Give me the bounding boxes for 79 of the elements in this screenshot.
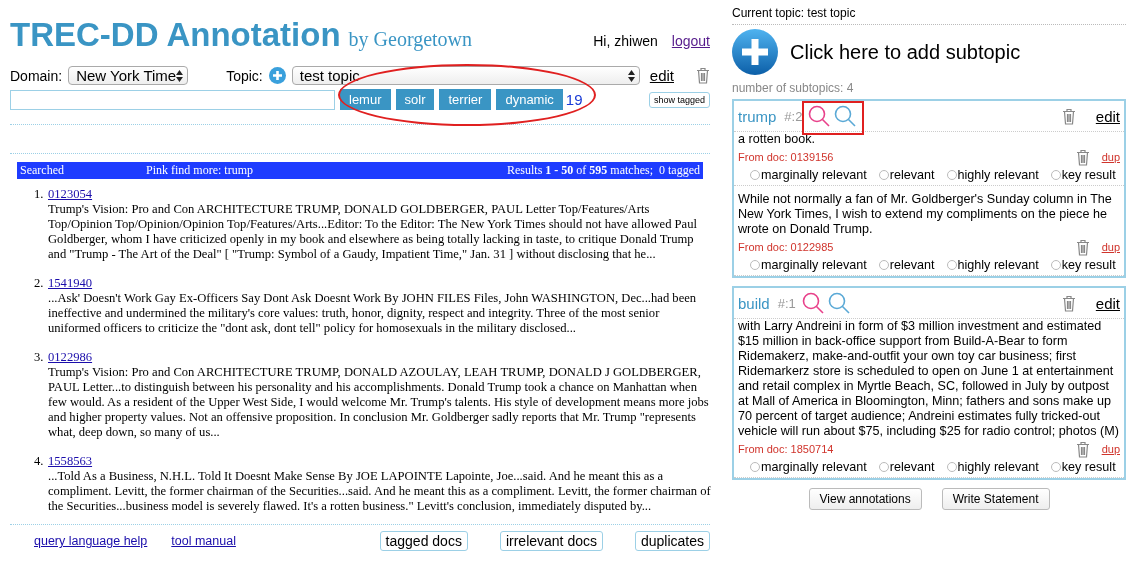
current-topic: Current topic: test topic (732, 0, 1126, 25)
radio-label: highly relevant (957, 168, 1039, 183)
result-number: 4. (34, 454, 45, 470)
radio-label: highly relevant (957, 460, 1039, 475)
source-doc: From doc: 0122985 (738, 240, 834, 255)
add-icon[interactable] (732, 29, 778, 75)
filter-button[interactable]: duplicates (634, 531, 710, 551)
action-button[interactable]: Write Statement (941, 488, 1050, 510)
filter-button[interactable]: tagged docs (379, 531, 468, 551)
subtopic-number: #:2 (784, 108, 803, 124)
filter-button[interactable]: irrelevant docs (499, 531, 603, 551)
passage-text: a rotten book. (738, 132, 816, 147)
trash-icon[interactable] (1061, 294, 1076, 312)
result-snippet: Trump's Vision: Pro and Con ARCHITECTURE TRUMP, DONALD GOLDBERGER, PAUL Letter Top/Features/Arts Top/Opinion Top/Opinion/Opinion Top/Features/Arts...Editor: To the Editor: The New York Times should not have allowed Paul Goldberger, whom I have criticized openly in my book and elsewhere as being totally lacking in taste, to critique Donald Trump and "Trump - The Art of the Deal" [ "Trump: Symbol of a Gaudy, Impatient Time," Jan. 31 ] without disclosing that he... (48, 202, 698, 262)
trash-icon[interactable] (696, 67, 710, 84)
app-title: TREC-DD Annotation (10, 16, 341, 54)
dup-link[interactable]: dup (1101, 442, 1120, 457)
trash-icon[interactable] (1061, 107, 1076, 125)
radio-label: key result (1061, 258, 1117, 273)
search-status: Searched (20, 163, 64, 178)
subtopic-count: number of subtopics: 4 (732, 81, 855, 95)
search-icon[interactable] (801, 292, 824, 314)
result-snippet: ...Ask' Doesn't Work Gay Ex-Officers Say Dont Ask Doesnt Work By JOHN FILES Files, John WASHINGTON, Dec...had been ineffective and undermined the military's core values: truth, honor, dignity, respect and integrity. Three of the most senior uniformed officers to criticize the "dont ask, dont tell" policy for homosexuals in the military disclosed... (48, 291, 698, 336)
query-field[interactable] (10, 89, 335, 110)
passage-text: with Larry Andreini in form of $3 million investment and estimated $15 million in back-office support from Build-A-Bear to form Ridemakerz, make-and-outfit your own toy car business; first Ridemarkerz store is scheduled to open on June 1 at entertainment and retail complex in Myrtle Beach, SC, followed in July by outpost at Mall of America in Bloomington, Minn; fathers and sons make up 70 percent of target audience; Andreini estimates fully tricked-out vehicle will run about $75, including $25 for radio control; photos (M) (738, 319, 1120, 439)
passage-text: While not normally a fan of Mr. Goldberger's Sunday column in The New York Times, I wish to extend my compliments on the piece he wrote on Donald Trump. (738, 192, 1113, 237)
radio-label: marginally relevant (761, 460, 867, 475)
find-more-label: Pink find more: trump (146, 163, 253, 178)
edit-link[interactable]: edit (649, 67, 674, 84)
add-icon[interactable] (268, 67, 286, 84)
doc-link[interactable]: 1558563 (48, 454, 93, 468)
search-icon[interactable] (834, 105, 857, 127)
subtopic-name: build (738, 294, 770, 312)
source-doc: From doc: 1850714 (738, 442, 834, 457)
result-snippet: ...Told As a Business, N.H.L. Told It Doesnt Make Sense By JOE LAPOINTE Lapointe, Joe...said. And he meant this as a compliment. Levitt, the former chairman of the Securities...said. And he meant this as a compliment. Levitt, the former chairman of the Securities...business model is severely flawed. It's a rotten business." Levitt's conclusion, immediately disputed by... (48, 469, 712, 514)
radio-label: relevant (889, 460, 935, 475)
annotation-rectangle (802, 101, 864, 135)
help-link[interactable]: query language help (34, 534, 148, 548)
edit-link[interactable]: edit (1095, 107, 1120, 125)
greeting: Hi, zhiwen (593, 33, 658, 49)
dup-link[interactable]: dup (1101, 150, 1120, 165)
logout-link[interactable]: logout (671, 33, 710, 49)
radio-label: marginally relevant (761, 258, 867, 273)
result-snippet: Trump's Vision: Pro and Con ARCHITECTURE TRUMP, DONALD AZOULAY, LEAH TRUMP, DONALD J GOLDBERGER, PAUL Letter...to distinguish between his personality and his accomplishments. Donald Trump took a chance on Manhattan when few would. As a resident of the Upper West Side, I would welcome Mr. Trump's talents. His style of development means more jobs and higher property values. Not an offensive proposition. In conclusion Mr. Goldberger sadly reports that Mr. Trump "represents what, deep down, so many of us... (48, 365, 710, 440)
dropdown-arrows-icon[interactable] (627, 69, 635, 82)
edit-link[interactable]: edit (1095, 294, 1120, 312)
doc-link[interactable]: 0122986 (48, 350, 93, 364)
radio-label: marginally relevant (761, 168, 867, 183)
subtopic-number: #:1 (777, 295, 796, 311)
domain-select[interactable]: New York Time (68, 66, 189, 85)
radio-label: highly relevant (957, 258, 1039, 273)
show-tagged-button[interactable]: show tagged (648, 91, 710, 108)
domain-label: Domain: (10, 67, 63, 84)
trash-icon[interactable] (1075, 441, 1090, 458)
help-link[interactable]: tool manual (171, 534, 236, 548)
doc-link[interactable]: 0123054 (48, 187, 93, 201)
radio-label: relevant (889, 168, 935, 183)
doc-link[interactable]: 1541940 (48, 276, 93, 290)
result-count-link[interactable]: 19 (565, 91, 583, 108)
dup-link[interactable]: dup (1101, 240, 1120, 255)
action-button[interactable]: View annotations (808, 488, 922, 510)
add-subtopic-link[interactable]: Click here to add subtopic (790, 40, 1021, 64)
trash-icon[interactable] (1075, 149, 1090, 166)
results-summary: Results 1 - 50 of 595 matches; 0 tagged (507, 163, 700, 178)
app-subtitle: by Georgetown (348, 28, 473, 51)
topic-label: Topic: (226, 67, 263, 84)
result-number: 1. (34, 187, 45, 203)
topic-select[interactable]: test topic (291, 66, 640, 85)
source-doc: From doc: 0139156 (738, 150, 834, 165)
search-icon[interactable] (808, 105, 831, 127)
dropdown-arrows-icon[interactable] (176, 69, 184, 82)
search-icon[interactable] (827, 292, 850, 314)
radio-label: relevant (889, 258, 935, 273)
trash-icon[interactable] (1075, 239, 1090, 256)
radio-label: key result (1061, 460, 1117, 475)
subtopic-name: trump (738, 107, 777, 125)
result-number: 2. (34, 276, 45, 292)
radio-label: key result (1061, 168, 1117, 183)
result-number: 3. (34, 350, 45, 366)
